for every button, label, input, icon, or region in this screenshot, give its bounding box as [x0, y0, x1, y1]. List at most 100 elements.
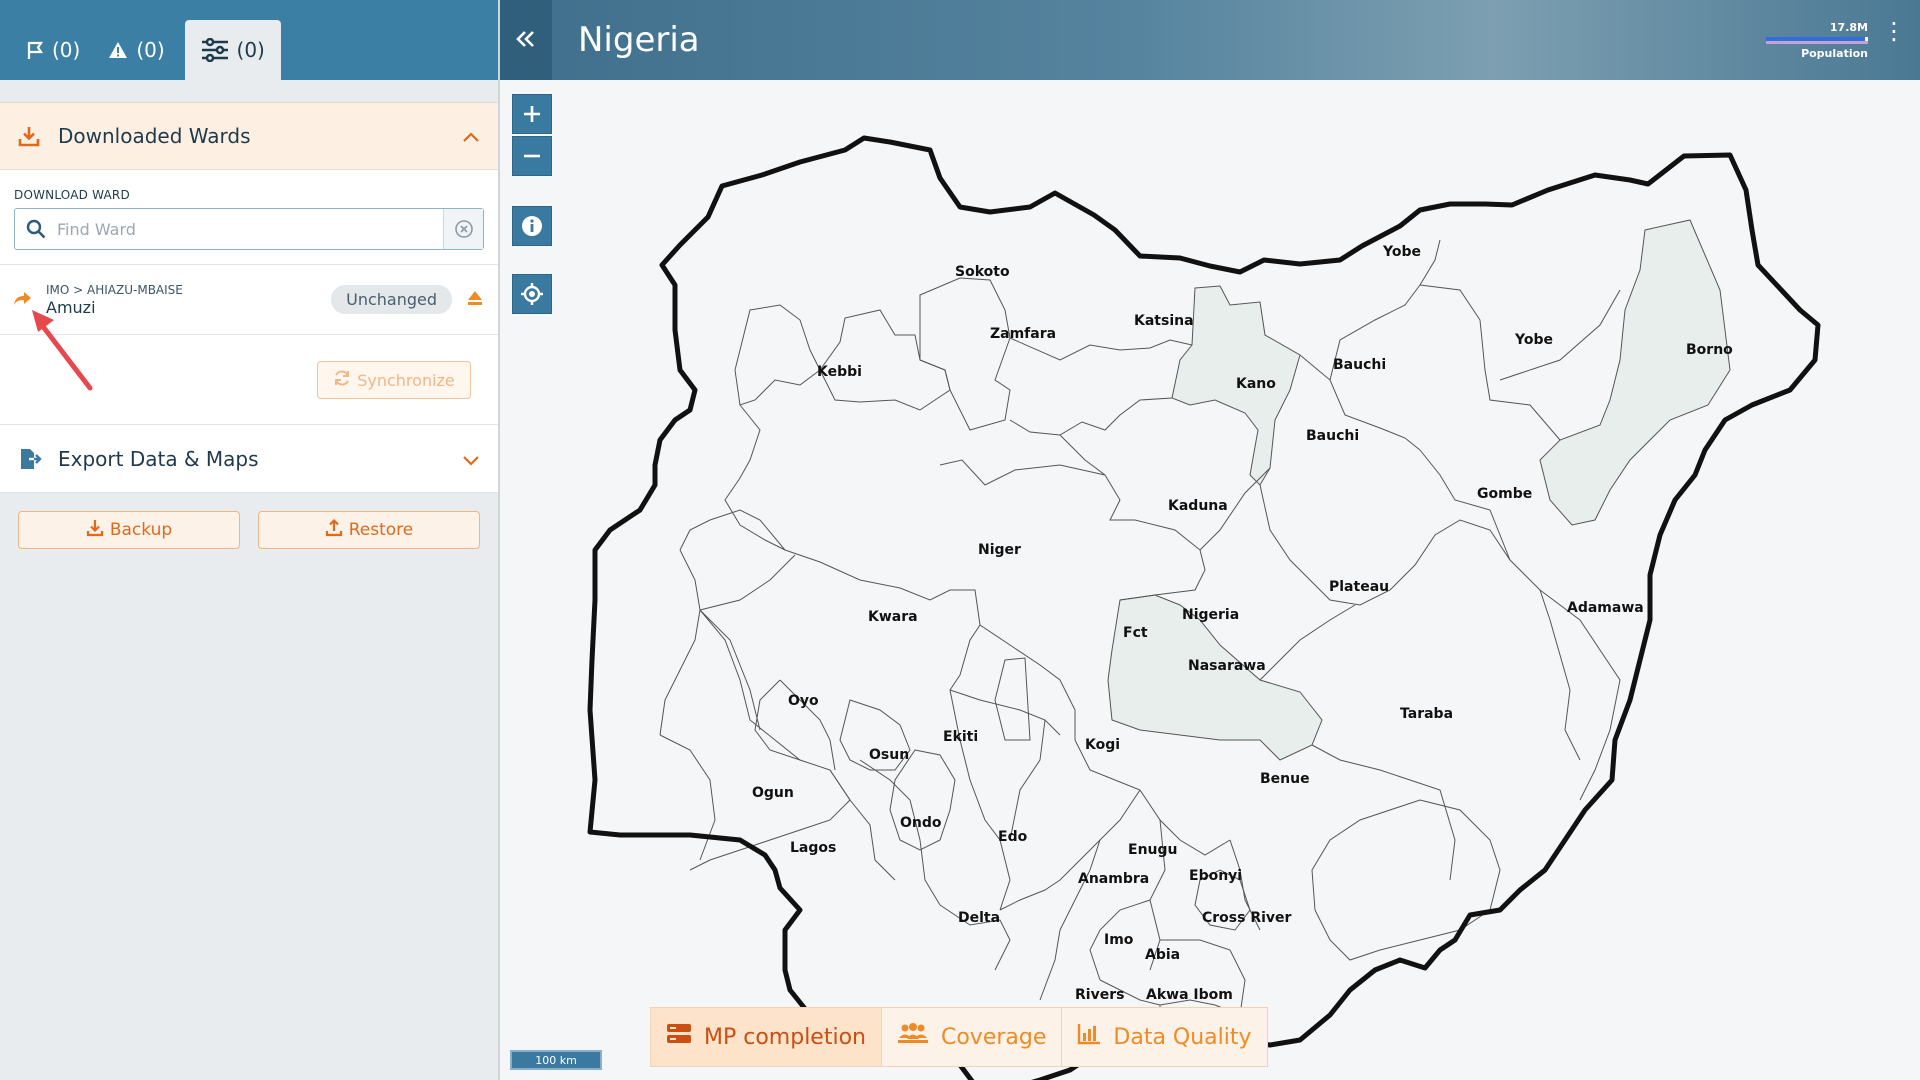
eject-icon[interactable] — [466, 289, 484, 311]
label-benue: Benue — [1260, 771, 1310, 787]
backup-button[interactable]: Backup — [18, 511, 240, 549]
download-ward-label: DOWNLOAD WARD — [14, 188, 130, 202]
label-oyo: Oyo — [788, 693, 819, 709]
locate-button[interactable] — [512, 274, 552, 314]
tab-coverage[interactable]: Coverage — [880, 1008, 1061, 1066]
label-kano: Kano — [1236, 376, 1276, 392]
label-kogi: Kogi — [1085, 737, 1120, 753]
label-imo: Imo — [1104, 932, 1134, 948]
clear-search-icon[interactable] — [443, 209, 483, 249]
top-bar: Nigeria 17.8M Population ⋮ — [500, 0, 1920, 80]
tab-data-quality[interactable]: Data Quality — [1061, 1008, 1266, 1066]
label-ekiti: Ekiti — [943, 729, 978, 745]
bottom-layer-tabs: MP completion Coverage Data Quality — [650, 1007, 1268, 1067]
export-data-header[interactable]: Export Data & Maps — [0, 425, 498, 493]
label-abia: Abia — [1145, 947, 1180, 963]
bar-chart-icon — [1077, 1023, 1101, 1051]
label-plateau: Plateau — [1329, 579, 1389, 595]
sliders-icon — [201, 38, 229, 62]
zoom-in-button[interactable] — [512, 94, 552, 134]
tab-warnings[interactable]: (0) — [94, 20, 178, 80]
state-borno-area — [1539, 219, 1731, 526]
refresh-icon — [333, 369, 351, 391]
label-anambra: Anambra — [1078, 871, 1149, 887]
label-adamawa: Adamawa — [1567, 600, 1644, 616]
label-enugu: Enugu — [1128, 842, 1178, 858]
label-nigeria: Nigeria — [1182, 607, 1239, 623]
downloaded-wards-header[interactable]: Downloaded Wards — [0, 102, 498, 170]
search-icon — [15, 219, 57, 239]
export-icon — [18, 448, 48, 470]
warning-icon — [108, 41, 128, 59]
data-quality-label: Data Quality — [1113, 1024, 1252, 1050]
tab-filters-count: (0) — [236, 38, 265, 62]
page-title: Nigeria — [578, 20, 700, 60]
mp-completion-label: MP completion — [704, 1024, 866, 1050]
label-yobe-1: Yobe — [1382, 244, 1421, 260]
synchronize-button[interactable]: Synchronize — [317, 361, 471, 399]
label-edo: Edo — [998, 829, 1028, 845]
people-icon — [897, 1023, 929, 1051]
side-panel: (0) (0) (0) Downloaded Wards DOWNLOAD WA… — [0, 0, 500, 1080]
info-button[interactable] — [512, 206, 552, 246]
label-akwa-ibom: Akwa Ibom — [1146, 987, 1233, 1003]
restore-label: Restore — [348, 520, 414, 540]
crosshair-icon — [521, 283, 543, 305]
more-menu-icon[interactable]: ⋮ — [1882, 19, 1906, 43]
scale-bar: 100 km — [510, 1050, 602, 1070]
minus-icon — [524, 154, 540, 158]
annotation-arrow-icon — [32, 310, 93, 391]
flag-icon — [26, 40, 44, 60]
label-kebbi: Kebbi — [817, 364, 862, 380]
population-bar-secondary — [1766, 40, 1868, 44]
download-ward-area: DOWNLOAD WARD — [0, 170, 498, 265]
info-icon — [522, 216, 542, 236]
label-kaduna: Kaduna — [1168, 498, 1228, 514]
label-gombe: Gombe — [1477, 486, 1532, 502]
search-box — [14, 208, 484, 250]
tab-filters[interactable]: (0) — [184, 20, 281, 80]
label-cross-river: Cross River — [1202, 910, 1292, 926]
label-niger: Niger — [978, 542, 1021, 558]
downloaded-wards-title: Downloaded Wards — [58, 124, 251, 148]
label-fct: Fct — [1123, 625, 1148, 641]
zoom-out-button[interactable] — [512, 136, 552, 176]
download-icon — [86, 519, 104, 542]
tab-mp-completion[interactable]: MP completion — [651, 1008, 881, 1066]
nigeria-map[interactable]: Sokoto Zamfara Katsina Kebbi Kano Yobe Y… — [500, 80, 1920, 1080]
synchronize-label: Synchronize — [357, 370, 455, 390]
label-kwara: Kwara — [868, 609, 918, 625]
chevron-down-icon[interactable] — [462, 447, 480, 471]
label-lagos: Lagos — [790, 840, 836, 856]
backup-restore-row: Backup Restore — [0, 493, 498, 567]
coverage-label: Coverage — [940, 1024, 1047, 1050]
label-katsina: Katsina — [1134, 313, 1194, 329]
ward-status-badge: Unchanged — [331, 285, 452, 314]
plus-icon — [524, 106, 540, 122]
double-chevron-left-icon — [516, 25, 536, 55]
find-ward-input[interactable] — [57, 209, 443, 249]
population-bar — [1766, 36, 1868, 44]
label-ondo: Ondo — [900, 815, 942, 831]
tab-warnings-count: (0) — [136, 38, 165, 62]
chevron-up-icon[interactable] — [462, 124, 480, 148]
label-delta: Delta — [958, 910, 1000, 926]
download-icon — [18, 125, 48, 147]
label-taraba: Taraba — [1400, 706, 1453, 722]
label-nasarawa: Nasarawa — [1188, 658, 1266, 674]
label-bauchi-2: Bauchi — [1306, 428, 1359, 444]
restore-button[interactable]: Restore — [258, 511, 480, 549]
population-value: 17.8M — [1829, 20, 1868, 34]
collapse-panel-button[interactable] — [500, 0, 552, 80]
tab-flags-count: (0) — [52, 38, 81, 62]
label-rivers: Rivers — [1075, 987, 1124, 1003]
population-label: Population — [1801, 46, 1868, 60]
map-area[interactable]: Sokoto Zamfara Katsina Kebbi Kano Yobe Y… — [500, 80, 1920, 1080]
tab-flags[interactable]: (0) — [12, 20, 94, 80]
label-bauchi-1: Bauchi — [1333, 357, 1386, 373]
label-zamfara: Zamfara — [990, 326, 1056, 342]
backup-label: Backup — [109, 520, 173, 540]
label-ebonyi: Ebonyi — [1189, 868, 1242, 884]
label-sokoto: Sokoto — [955, 264, 1010, 280]
upload-icon — [325, 518, 343, 542]
